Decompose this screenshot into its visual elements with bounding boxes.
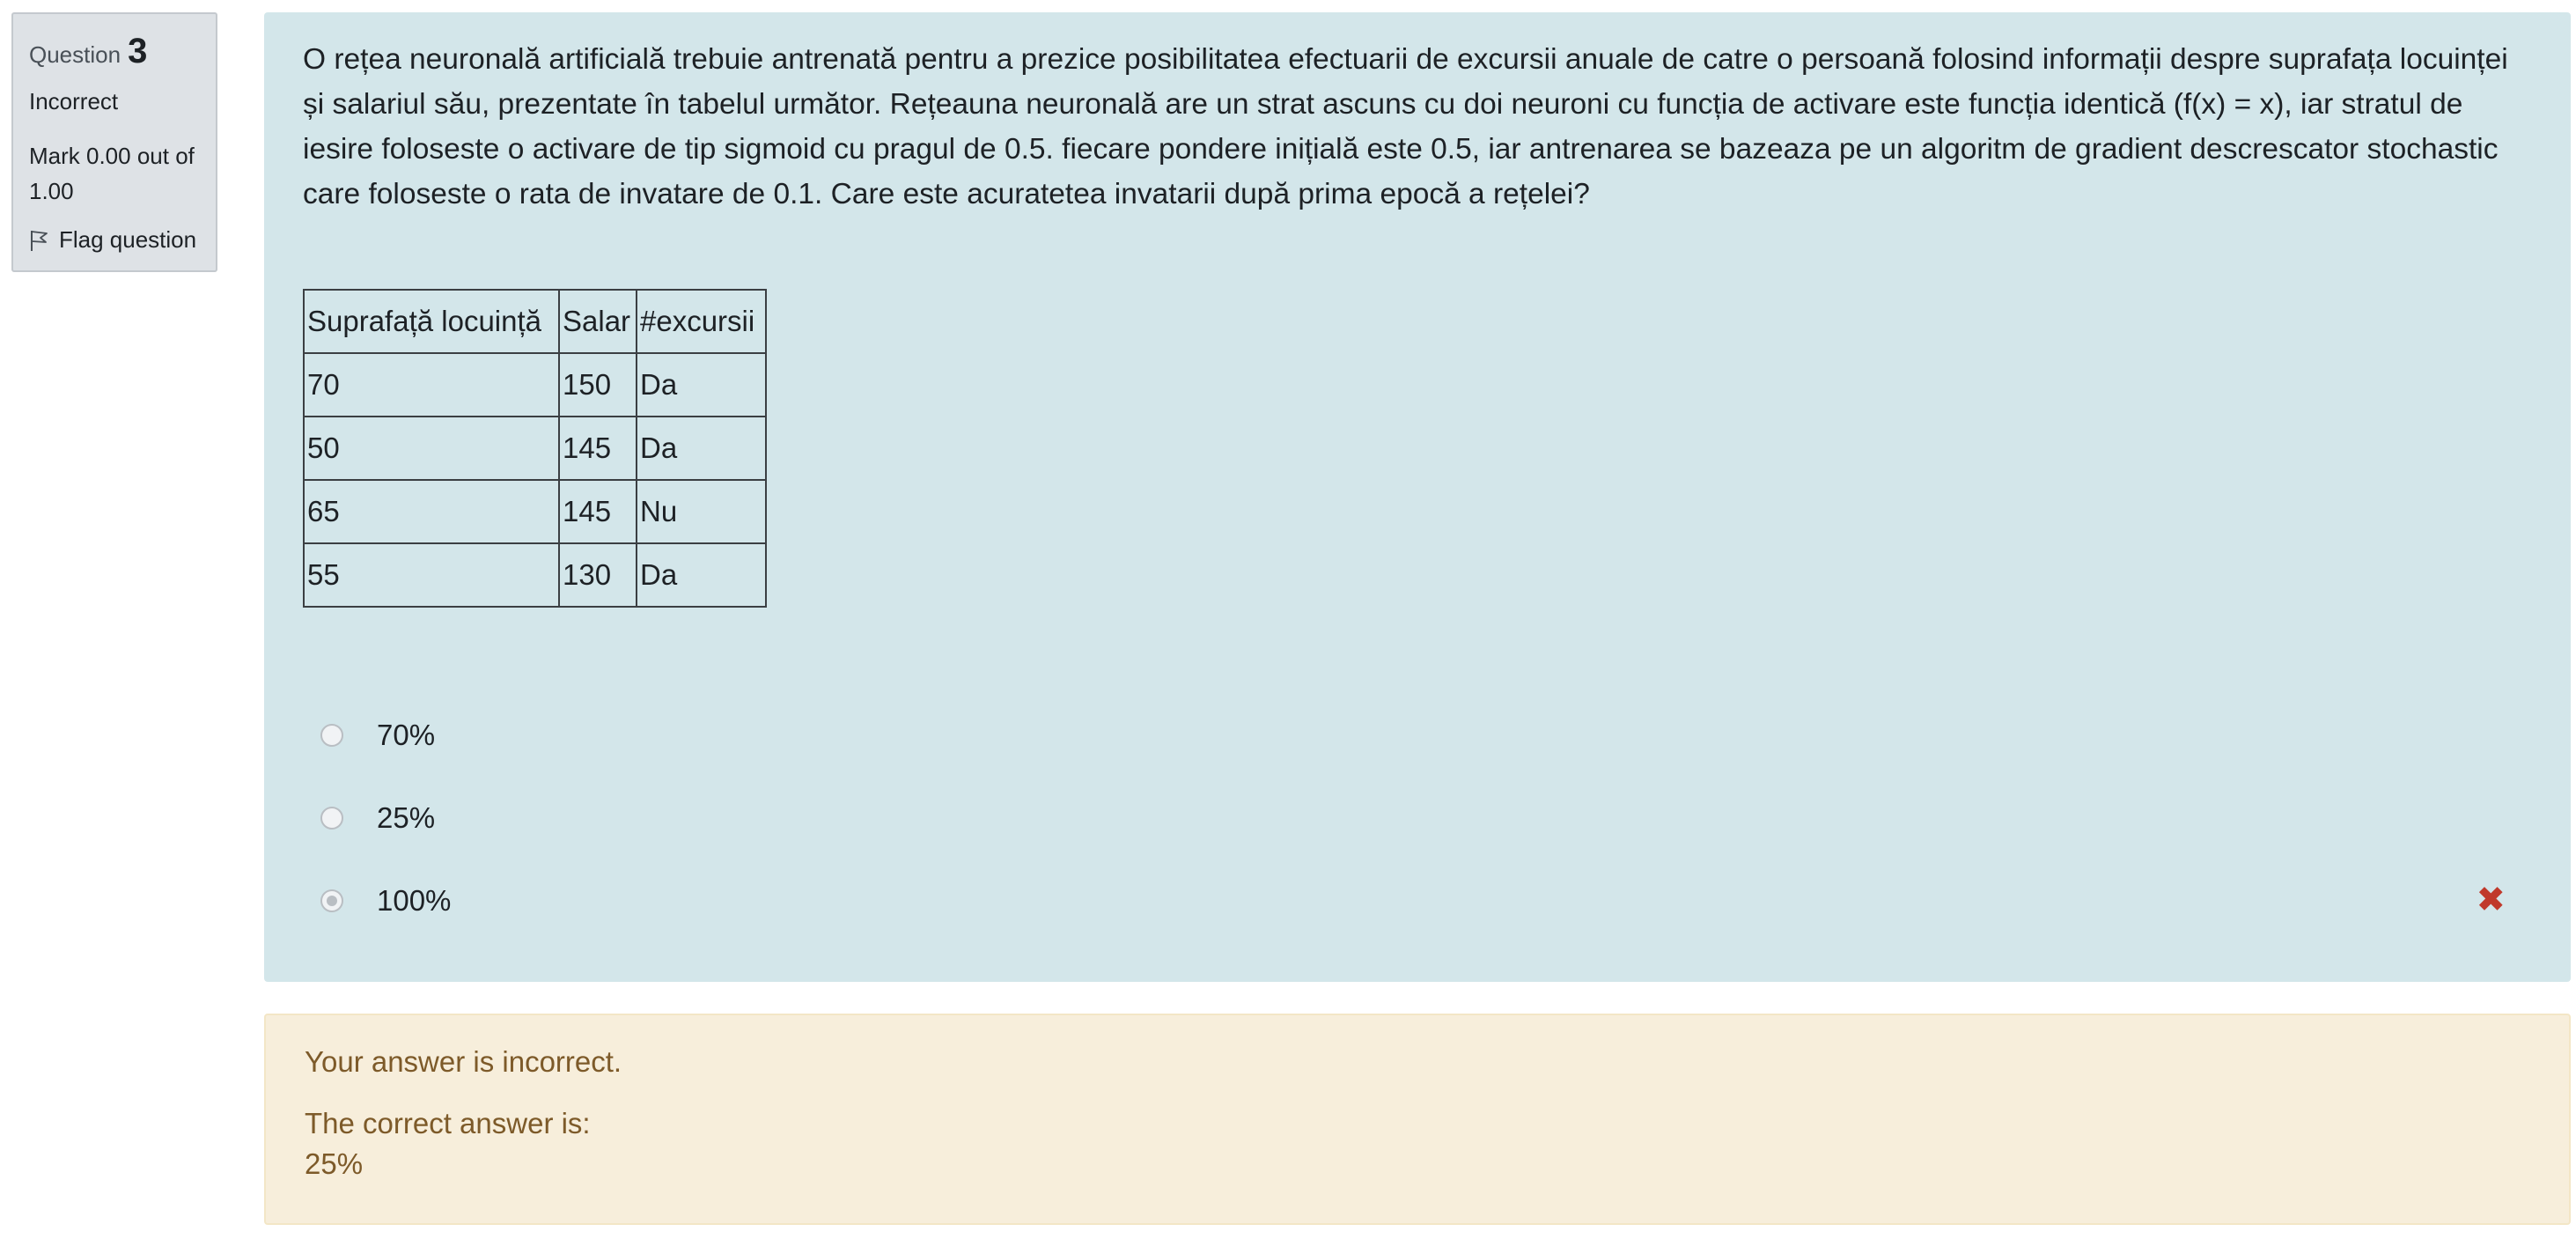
table-cell: Da [636, 416, 767, 481]
table-header-row: Suprafață locuință Salar #excursii [303, 289, 767, 354]
table-header: Salar [558, 289, 637, 354]
answer-label: 100% [377, 884, 452, 917]
answer-options: 70% 25% 100% ✖ [303, 694, 2532, 942]
table-cell: 145 [558, 416, 637, 481]
table-cell: 70 [303, 352, 560, 417]
question-number: Question 3 [29, 33, 200, 69]
flag-question-label: Flag question [59, 226, 197, 253]
outcome-feedback: Your answer is incorrect. The correct an… [264, 1014, 2571, 1225]
flag-icon [31, 230, 48, 251]
table-cell: 145 [558, 479, 637, 544]
question-label: Question [29, 41, 121, 68]
answer-option[interactable]: 70% [303, 694, 2532, 777]
table-header: Suprafață locuință [303, 289, 560, 354]
question-info-panel: Question 3 Incorrect Mark 0.00 out of 1.… [11, 12, 217, 272]
table-row: 70 150 Da [303, 352, 767, 417]
table-cell: 130 [558, 542, 637, 608]
answer-radio[interactable] [320, 724, 343, 747]
table-row: 65 145 Nu [303, 479, 767, 544]
answer-label: 70% [377, 719, 436, 751]
table-cell: 50 [303, 416, 560, 481]
table-row: 50 145 Da [303, 416, 767, 481]
right-answer-value: 25% [305, 1147, 364, 1180]
table-cell: 55 [303, 542, 560, 608]
table-row: 55 130 Da [303, 542, 767, 608]
table-cell: 150 [558, 352, 637, 417]
answer-option[interactable]: 100% ✖ [303, 859, 2532, 942]
question-number-value: 3 [128, 32, 148, 70]
right-answer-label: The correct answer is: [305, 1107, 591, 1139]
answer-label: 25% [377, 801, 436, 834]
answer-option[interactable]: 25% [303, 777, 2532, 859]
flag-question-link[interactable]: Flag question [29, 226, 200, 254]
question-state: Incorrect [29, 88, 119, 114]
question-text: O rețea neuronală artificială trebuie an… [303, 43, 2508, 210]
x-mark-icon: ✖ [2476, 881, 2506, 919]
table-cell: Nu [636, 479, 767, 544]
table-cell: Da [636, 542, 767, 608]
feedback-text: Your answer is incorrect. [305, 1045, 622, 1078]
table-cell: Da [636, 352, 767, 417]
table-cell: 65 [303, 479, 560, 544]
question-formulation: O rețea neuronală artificială trebuie an… [264, 12, 2571, 982]
table-header: #excursii [636, 289, 767, 354]
data-table: Suprafață locuință Salar #excursii 70 15… [303, 289, 767, 608]
answer-radio-selected[interactable] [320, 889, 343, 912]
question-grade: Mark 0.00 out of 1.00 [29, 143, 195, 204]
answer-radio[interactable] [320, 807, 343, 830]
